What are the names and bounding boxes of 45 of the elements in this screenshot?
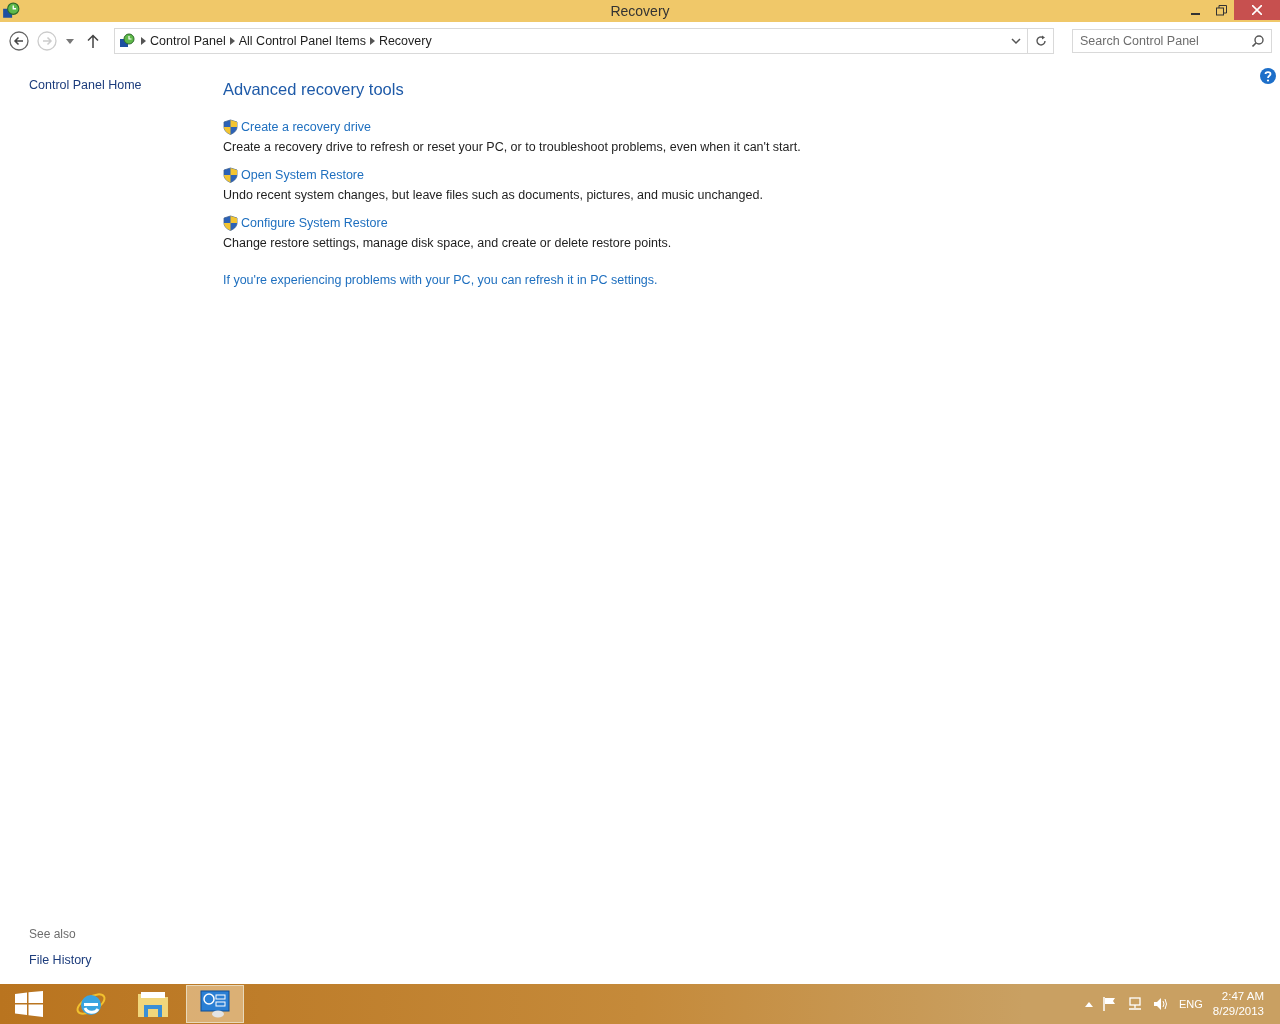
close-button[interactable] <box>1234 0 1280 20</box>
sidebar-link[interactable]: Control Panel Home <box>29 78 142 92</box>
clock-time: 2:47 AM <box>1221 989 1264 1004</box>
help-icon[interactable] <box>1260 68 1276 84</box>
breadcrumb[interactable]: Recovery <box>374 34 436 48</box>
search-icon <box>1252 35 1264 47</box>
flag-icon[interactable] <box>1103 997 1117 1011</box>
back-button[interactable] <box>8 30 30 52</box>
chevron-icon <box>141 37 146 45</box>
show-hidden-icons-icon[interactable] <box>1085 1001 1093 1007</box>
control-panel-icon <box>119 33 135 49</box>
section-heading: Advanced recovery tools <box>223 80 405 99</box>
recovery-icon <box>2 2 20 20</box>
up-arrow-icon <box>87 34 99 48</box>
tool-description: Undo recent system changes, but leave files such as documents, pictures, and music unchanged. <box>223 188 764 202</box>
chevron-icon <box>369 37 375 45</box>
shield-icon <box>223 167 238 183</box>
caret-icon <box>66 38 74 44</box>
tool-link[interactable]: Open System Restore <box>223 167 364 183</box>
speaker-icon[interactable] <box>1153 997 1169 1011</box>
tool-description: Create a recovery drive to refresh or reset your PC, or to troubleshoot problems, even when it can't start. <box>223 140 802 154</box>
shield-icon <box>223 215 238 231</box>
folder-icon <box>137 990 169 1018</box>
tool-link[interactable]: Configure System Restore <box>223 215 388 231</box>
tool-link[interactable]: Create a recovery drive <box>223 119 371 135</box>
search-field[interactable]: Search Control Panel <box>1072 29 1272 53</box>
chevron-icon <box>229 37 235 45</box>
shield-icon <box>223 119 238 135</box>
taskbar-button[interactable] <box>186 985 244 1023</box>
breadcrumb[interactable]: Control Panel <box>146 34 230 48</box>
windows-logo-icon <box>15 991 43 1017</box>
close-icon <box>1252 5 1262 15</box>
restore-icon <box>1215 4 1227 16</box>
see-also-label: See also <box>29 927 77 941</box>
control-panel-icon <box>200 990 230 1018</box>
tool-description: Change restore settings, manage disk space, and create or delete restore points. <box>223 236 673 250</box>
window-title: Recovery <box>610 3 670 19</box>
minimize-icon <box>1190 12 1200 15</box>
see-also-link[interactable]: File History <box>29 953 92 967</box>
breadcrumb[interactable]: All Control Panel Items <box>234 34 370 48</box>
clock-date: 8/29/2013 <box>1212 1004 1264 1019</box>
pc-settings-link[interactable]: If you're experiencing problems with your PC, you can refresh it in PC settings. <box>223 273 658 287</box>
address-bar[interactable]: Control Panel All Control Panel Items Recovery <box>114 28 1054 54</box>
refresh-icon <box>1034 35 1047 47</box>
chevron-down-icon <box>1011 37 1021 45</box>
